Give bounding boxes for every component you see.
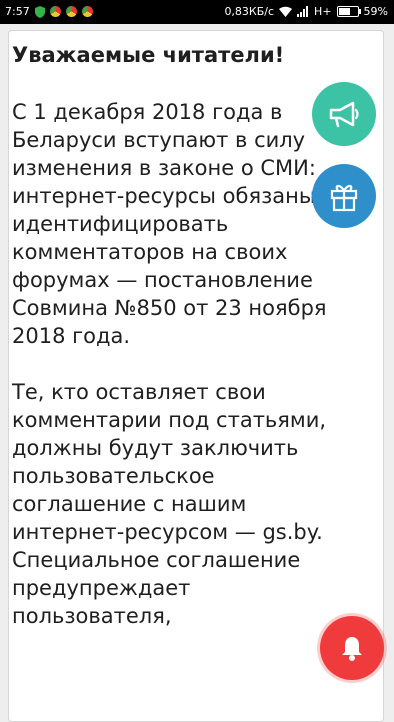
status-time: 7:57 [5, 5, 30, 18]
article-heading: Уважаемые читатели! [12, 43, 285, 67]
bell-icon [342, 637, 362, 661]
gift-button[interactable] [312, 164, 376, 228]
gift-icon [330, 184, 358, 212]
network-type: H+ [314, 5, 332, 18]
megaphone-button[interactable] [312, 82, 376, 146]
article-paragraph: С 1 декабря 2018 года в Беларуси вступаю… [12, 100, 327, 348]
network-speed: 0,83КБ/с [224, 5, 275, 18]
status-bar-right: 0,83КБ/с H+ 59% [224, 5, 388, 18]
chrome-icon [49, 6, 61, 17]
shield-icon [34, 5, 45, 18]
megaphone-icon [329, 101, 359, 128]
status-bar: 7:57 0,83КБ/с H+ 59% [0, 0, 394, 24]
article-content: Уважаемые читатели! С 1 декабря 2018 год… [12, 40, 352, 658]
status-bar-left: 7:57 [5, 5, 93, 18]
notifications-button[interactable] [320, 616, 384, 680]
chrome-icon [81, 6, 93, 17]
article-paragraph: Те, кто оставляет свои комментарии под с… [12, 380, 327, 628]
battery-percent: 59% [363, 5, 388, 18]
wifi-icon [279, 6, 293, 17]
battery-icon [336, 6, 361, 17]
chrome-icon [65, 6, 77, 17]
signal-icon [297, 6, 309, 17]
